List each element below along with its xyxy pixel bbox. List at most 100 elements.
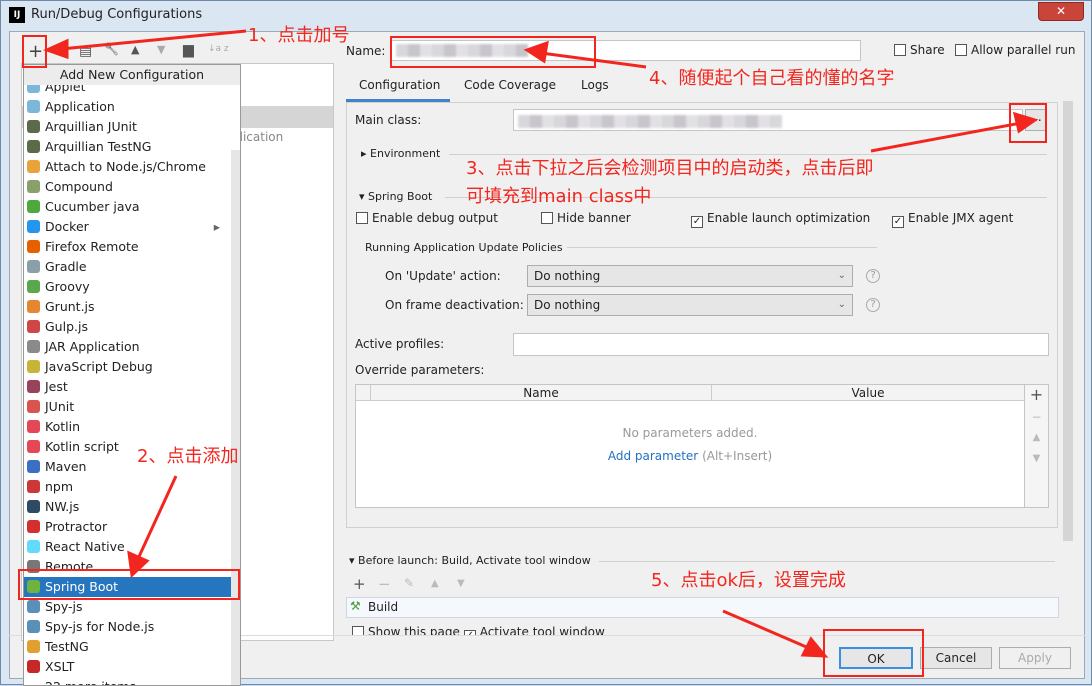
config-type-label: Kotlin script xyxy=(45,439,119,454)
nodejs-icon xyxy=(27,160,40,173)
spring-boot-section[interactable]: ▾ Spring Boot xyxy=(359,190,432,203)
sort-icon[interactable]: ↓a z xyxy=(208,44,229,54)
config-type-nw-js[interactable]: NW.js xyxy=(24,497,232,517)
share-checkbox[interactable]: Share xyxy=(894,43,945,57)
edit-task-icon[interactable]: ✎ xyxy=(404,576,414,590)
config-type-protractor[interactable]: Protractor xyxy=(24,517,232,537)
checkbox-box[interactable] xyxy=(352,626,364,635)
config-type-spy-js-for-node-js[interactable]: Spy-js for Node.js xyxy=(24,617,232,637)
config-type-label: JavaScript Debug xyxy=(45,359,153,374)
config-type-compound[interactable]: Compound xyxy=(24,177,232,197)
checkbox-checked[interactable]: ✓ xyxy=(892,216,904,228)
title-bar: IJ Run/Debug Configurations ✕ xyxy=(1,1,1092,31)
move-up-icon[interactable]: ▲ xyxy=(131,43,139,56)
config-type-spy-js[interactable]: Spy-js xyxy=(24,597,232,617)
close-button[interactable]: ✕ xyxy=(1038,2,1084,21)
config-type-gradle[interactable]: Gradle xyxy=(24,257,232,277)
annotation-step-3-line-2: 可填充到main class中 xyxy=(466,186,652,207)
apply-button[interactable]: Apply xyxy=(999,647,1071,669)
popup-scrollbar[interactable] xyxy=(231,150,240,685)
config-type-arquillian-junit[interactable]: Arquillian JUnit xyxy=(24,117,232,137)
add-icon[interactable]: + xyxy=(1025,385,1048,404)
config-type-attach-to-node-js-chrome[interactable]: Attach to Node.js/Chrome xyxy=(24,157,232,177)
environment-label: Environment xyxy=(370,147,441,160)
config-type-xslt[interactable]: XSLT xyxy=(24,657,232,677)
add-parameter-link[interactable]: Add parameter xyxy=(608,449,698,463)
config-type-arquillian-testng[interactable]: Arquillian TestNG xyxy=(24,137,232,157)
checkbox-box[interactable] xyxy=(955,44,967,56)
config-type-jest[interactable]: Jest xyxy=(24,377,232,397)
annotation-step-1: 1、点击加号 xyxy=(248,25,350,46)
config-type-label: npm xyxy=(45,479,74,494)
firefox-icon xyxy=(27,240,40,253)
move-down-icon[interactable]: ▼ xyxy=(1025,453,1048,464)
config-type-label: Application xyxy=(45,99,115,114)
spyjs-icon xyxy=(27,600,40,613)
enable-launch-optimization-checkbox[interactable]: ✓ Enable launch optimization xyxy=(691,211,870,228)
select-value: Do nothing xyxy=(534,269,601,283)
main-class-input[interactable] xyxy=(513,109,1023,131)
cancel-button[interactable]: Cancel xyxy=(920,647,992,669)
folder-icon[interactable]: ▆ xyxy=(183,42,194,58)
before-launch-section[interactable]: ▾ Before launch: Build, Activate tool wi… xyxy=(349,554,591,567)
move-up-icon[interactable]: ▲ xyxy=(431,578,439,589)
popup-header: Add New Configuration xyxy=(24,65,240,85)
hide-banner-checkbox[interactable]: Hide banner xyxy=(541,211,631,225)
frame-deactivation-select[interactable]: Do nothing ⌄ xyxy=(527,294,853,316)
environment-section[interactable]: ▸ Environment xyxy=(361,147,440,160)
show-page-checkbox[interactable]: Show this page ✓Activate tool window xyxy=(352,625,605,635)
shortcut-hint: (Alt+Insert) xyxy=(702,449,773,463)
tab-configuration[interactable]: Configuration xyxy=(359,78,440,92)
help-icon[interactable]: ? xyxy=(866,269,880,283)
remove-task-icon[interactable]: − xyxy=(378,575,391,593)
column-name[interactable]: Name xyxy=(370,385,712,401)
update-action-select[interactable]: Do nothing ⌄ xyxy=(527,265,853,287)
config-type-testng[interactable]: TestNG xyxy=(24,637,232,657)
config-type-label: Compound xyxy=(45,179,113,194)
remove-icon[interactable]: − xyxy=(1025,410,1048,424)
config-type-javascript-debug[interactable]: JavaScript Debug xyxy=(24,357,232,377)
move-down-icon[interactable]: ▼ xyxy=(457,578,465,589)
config-type-groovy[interactable]: Groovy xyxy=(24,277,232,297)
config-type-label: Jest xyxy=(45,379,68,394)
panel-scrollbar[interactable] xyxy=(1063,101,1073,541)
config-type-label: Cucumber java xyxy=(45,199,140,214)
enable-jmx-agent-checkbox[interactable]: ✓ Enable JMX agent xyxy=(892,211,1013,228)
override-parameters-table[interactable]: Name Value No parameters added. Add para… xyxy=(355,384,1025,508)
config-type-label: React Native xyxy=(45,539,125,554)
column-value[interactable]: Value xyxy=(712,385,1024,401)
copy-icon[interactable]: ▤ xyxy=(79,43,92,59)
help-icon[interactable]: ? xyxy=(866,298,880,312)
tab-logs[interactable]: Logs xyxy=(581,78,609,92)
checkbox-box[interactable] xyxy=(894,44,906,56)
config-type-junit[interactable]: JUnit xyxy=(24,397,232,417)
checkbox-checked[interactable]: ✓ xyxy=(691,216,703,228)
config-type-jar-application[interactable]: JAR Application xyxy=(24,337,232,357)
checkbox-box[interactable] xyxy=(356,212,368,224)
config-type-npm[interactable]: npm xyxy=(24,477,232,497)
config-type-react-native[interactable]: React Native xyxy=(24,537,232,557)
config-type-gulp-js[interactable]: Gulp.js xyxy=(24,317,232,337)
config-type-firefox-remote[interactable]: Firefox Remote xyxy=(24,237,232,257)
config-type-grunt-js[interactable]: Grunt.js xyxy=(24,297,232,317)
tab-code-coverage[interactable]: Code Coverage xyxy=(464,78,556,92)
config-type-docker[interactable]: Docker ▸ xyxy=(24,217,232,237)
config-type-application[interactable]: Application xyxy=(24,97,232,117)
npm-icon xyxy=(27,480,40,493)
build-task[interactable]: Build xyxy=(368,600,398,614)
table-side-toolbar: + − ▲ ▼ xyxy=(1025,384,1049,508)
checkbox-box[interactable] xyxy=(541,212,553,224)
allow-parallel-checkbox[interactable]: Allow parallel run xyxy=(955,43,1075,57)
active-profiles-label: Active profiles: xyxy=(355,337,445,351)
config-type-kotlin[interactable]: Kotlin xyxy=(24,417,232,437)
move-up-icon[interactable]: ▲ xyxy=(1025,432,1048,443)
config-type-label: Spy-js for Node.js xyxy=(45,619,155,634)
before-launch-list[interactable]: ⚒ Build xyxy=(346,597,1059,618)
active-profiles-input[interactable] xyxy=(513,333,1049,356)
wrench-icon[interactable]: 🔧 xyxy=(104,42,119,56)
config-type-label: Maven xyxy=(45,459,87,474)
enable-debug-output-checkbox[interactable]: Enable debug output xyxy=(356,211,498,225)
move-down-icon[interactable]: ▼ xyxy=(157,43,165,56)
config-type-cucumber-java[interactable]: Cucumber java xyxy=(24,197,232,217)
add-task-icon[interactable]: + xyxy=(353,575,366,593)
